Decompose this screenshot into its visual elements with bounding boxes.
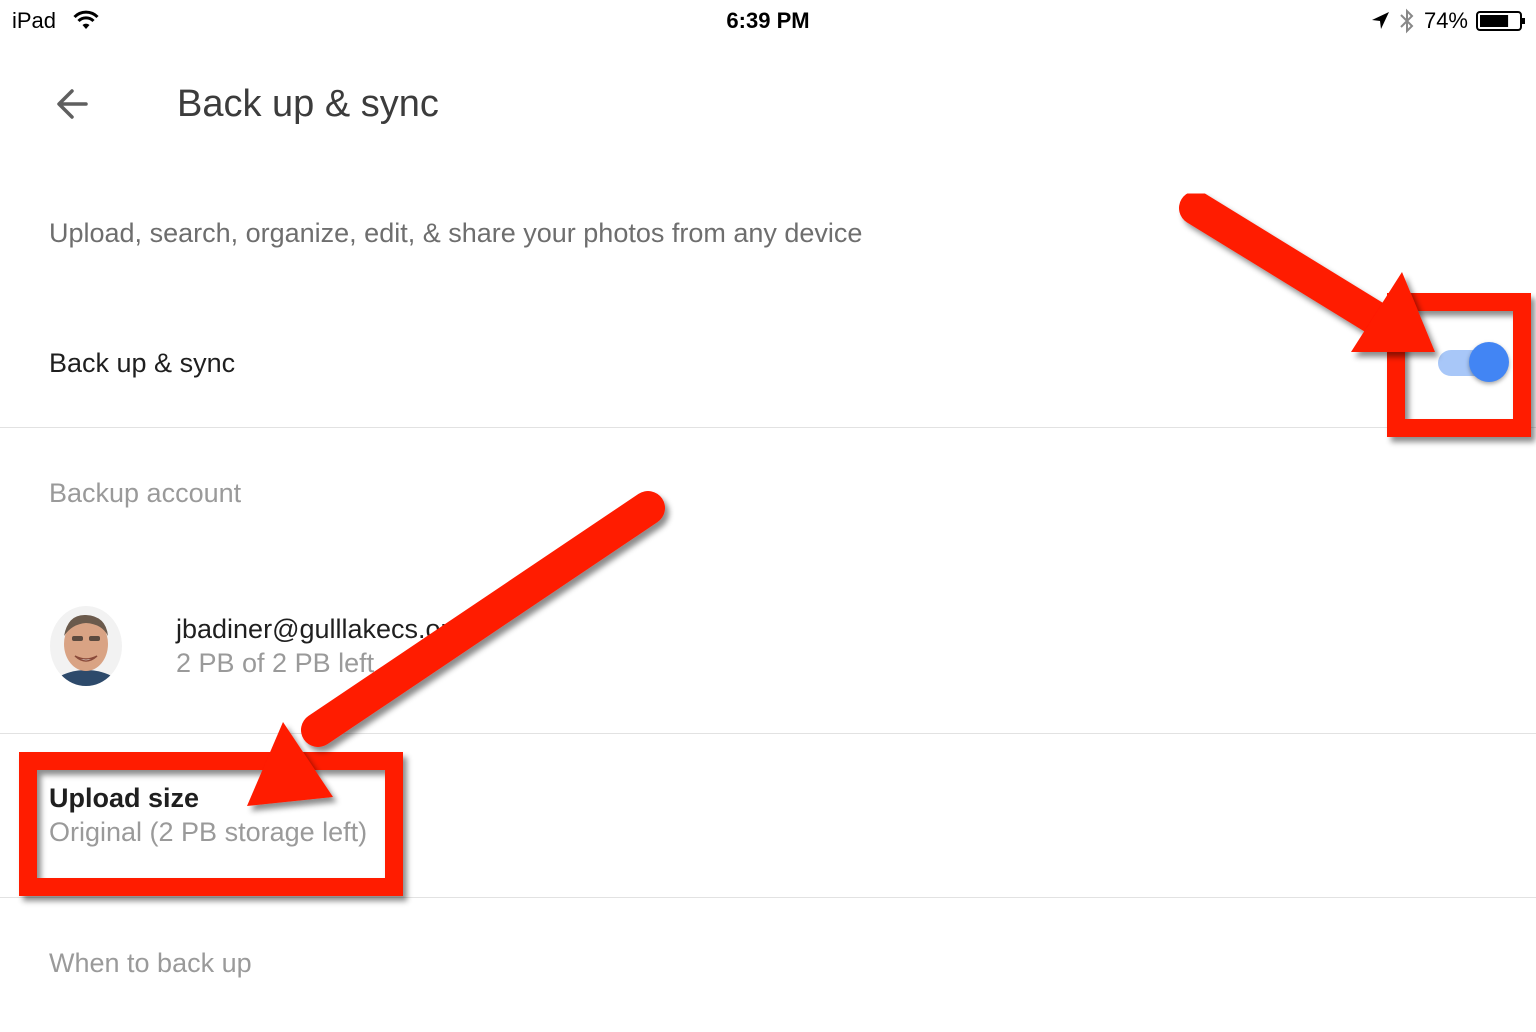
divider	[0, 427, 1536, 428]
backup-sync-toggle[interactable]	[1436, 340, 1512, 386]
battery-percent: 74%	[1423, 8, 1468, 33]
when-to-back-up-label: When to back up	[49, 948, 252, 978]
backup-account-label: Backup account	[49, 478, 242, 508]
account-email: jbadiner@gulllakecs.or	[176, 614, 450, 644]
battery-icon	[1476, 11, 1525, 31]
backup-sync-label: Back up & sync	[49, 348, 236, 378]
arrow-to-toggle-icon	[1179, 191, 1435, 352]
toggle-thumb	[1469, 342, 1509, 382]
clock: 6:39 PM	[726, 8, 810, 33]
page-description: Upload, search, organize, edit, & share …	[49, 218, 863, 248]
location-arrow-icon	[1371, 12, 1389, 29]
settings-page: iPad 6:39 PM 74% Back up & sync Upload, …	[0, 0, 1536, 1032]
arrow-left-icon	[57, 89, 88, 119]
backup-account-row[interactable]: jbadiner@gulllakecs.or 2 PB of 2 PB left	[0, 580, 1536, 720]
divider	[0, 897, 1536, 898]
upload-size-row[interactable]: Upload size Original (2 PB storage left)	[0, 735, 1536, 895]
status-indicators: 74%	[1370, 6, 1526, 36]
status-bar: iPad 6:39 PM 74%	[0, 0, 1536, 42]
bluetooth-icon	[1400, 8, 1414, 34]
account-storage: 2 PB of 2 PB left	[176, 648, 375, 678]
avatar	[50, 606, 122, 686]
back-button[interactable]	[50, 82, 94, 126]
page-title: Back up & sync	[177, 83, 439, 125]
upload-size-label: Upload size	[49, 783, 200, 813]
divider	[0, 733, 1536, 734]
upload-size-value: Original (2 PB storage left)	[49, 817, 368, 847]
